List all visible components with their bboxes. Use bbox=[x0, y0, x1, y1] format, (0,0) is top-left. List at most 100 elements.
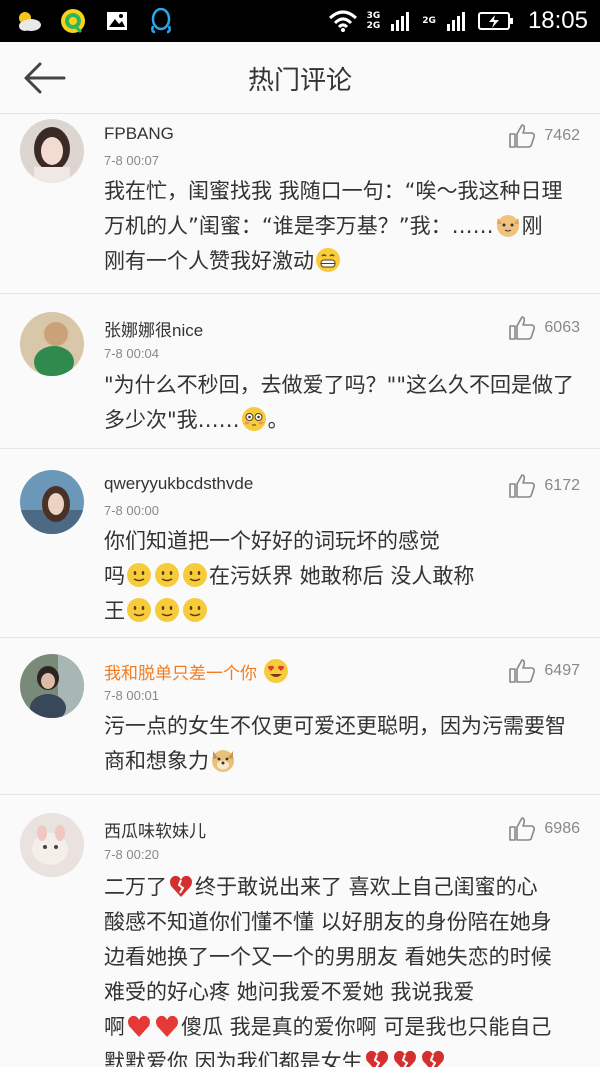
broken-heart-icon bbox=[170, 875, 192, 897]
like-count: 6986 bbox=[544, 820, 580, 837]
doge-emoji-icon bbox=[212, 750, 234, 772]
comment-line-text: 刚有一个人赞我好激动 bbox=[104, 249, 314, 273]
comment-line: 刚有一个人赞我好激动 bbox=[104, 244, 584, 279]
comment-line-text: 万机的人”闺蜜：“谁是李万基？”我：…… bbox=[104, 214, 494, 238]
weather-icon bbox=[16, 8, 42, 34]
status-right-icons: 3G 2G 2G 18:05 bbox=[327, 4, 588, 38]
comment-line-text: 默默爱你 因为我们都是女生 bbox=[104, 1050, 363, 1067]
username[interactable]: 我和脱单只差一个你 bbox=[104, 658, 290, 684]
smile-emoji-icon bbox=[155, 563, 179, 587]
network-label-2: 2G bbox=[366, 21, 381, 31]
grin-emoji-icon bbox=[316, 248, 340, 272]
wifi-icon bbox=[327, 8, 359, 34]
comment-line-text: 多少次"我…… bbox=[104, 408, 240, 432]
like-button[interactable]: 6063 bbox=[508, 315, 580, 341]
clock: 18:05 bbox=[527, 7, 588, 34]
comment-time: 7-8 00:01 bbox=[104, 688, 159, 703]
network-label-1: 3G bbox=[366, 11, 381, 21]
like-count: 7462 bbox=[544, 127, 580, 144]
comment-time: 7-8 00:20 bbox=[104, 847, 159, 862]
comment-line-text: 在污妖界 她敢称后 没人敢称 bbox=[209, 564, 475, 588]
comment-item: qweryyukbcdsthvde 7-8 00:00 6172 你们知道把一个… bbox=[0, 449, 600, 638]
comment-line: "为什么不秒回，去做爱了吗？""这么久不回是做了 bbox=[104, 373, 574, 397]
heart-eyes-emoji-icon bbox=[264, 659, 288, 683]
comment-line-text: 二万了 bbox=[104, 875, 167, 899]
gallery-icon bbox=[104, 8, 130, 34]
flushed-emoji-icon bbox=[241, 407, 266, 431]
comment-line-text: 啊 bbox=[104, 1015, 125, 1039]
comment-item: 我和脱单只差一个你 7-8 00:01 6497 污一点的女生不仅更可爱还更聪明… bbox=[0, 638, 600, 795]
username[interactable]: 张娜娜很nice bbox=[104, 316, 203, 341]
comment-line: 默默爱你 因为我们都是女生 bbox=[104, 1045, 584, 1067]
avatar[interactable] bbox=[20, 813, 84, 877]
avatar[interactable] bbox=[20, 470, 84, 534]
like-button[interactable]: 6172 bbox=[508, 473, 580, 499]
comment-line: 污一点的女生不仅更可爱还更聪明，因为污需要智 bbox=[104, 714, 566, 738]
signal-icon-2 bbox=[444, 8, 470, 34]
avatar[interactable] bbox=[20, 119, 84, 183]
broken-heart-icon bbox=[421, 1050, 444, 1067]
comment-text: 你们知道把一个好好的词玩坏的感觉 吗 在污妖界 她敢称后 没人敢称 王 bbox=[104, 524, 584, 629]
username[interactable]: 西瓜味软妹儿 bbox=[104, 817, 206, 842]
smile-emoji-icon bbox=[127, 598, 151, 622]
smile-emoji-icon bbox=[127, 563, 151, 587]
comment-line: 二万了 终于敢说出来了 喜欢上自己闺蜜的心 bbox=[104, 870, 584, 905]
comment-text: 我在忙，闺蜜找我 我随口一句：“唉～我这种日理 万机的人”闺蜜：“谁是李万基？”… bbox=[104, 174, 584, 279]
username[interactable]: qweryyukbcdsthvde bbox=[104, 474, 253, 494]
smile-emoji-icon bbox=[183, 598, 207, 622]
comment-line-text: 吗 bbox=[104, 564, 125, 588]
avatar[interactable] bbox=[20, 312, 84, 376]
comment-line: 王 bbox=[104, 594, 584, 629]
comment-line: 酸感不知道你们懂不懂 以好朋友的身份陪在她身 bbox=[104, 910, 552, 934]
comment-line: 你们知道把一个好好的词玩坏的感觉 bbox=[104, 529, 440, 553]
thumb-up-icon bbox=[509, 124, 536, 148]
username[interactable]: FPBANG bbox=[104, 124, 174, 144]
comment-item: 西瓜味软妹儿 7-8 00:20 6986 二万了 终于敢说出来了 喜欢上自己闺蜜… bbox=[0, 795, 600, 1067]
thumb-up-icon bbox=[509, 659, 536, 683]
like-count: 6172 bbox=[544, 477, 580, 494]
comment-line-text: 。 bbox=[267, 408, 289, 432]
comment-line: 吗 在污妖界 她敢称后 没人敢称 bbox=[104, 559, 584, 594]
comment-text: 污一点的女生不仅更可爱还更聪明，因为污需要智 商和想象力 bbox=[104, 709, 584, 779]
like-count: 6497 bbox=[544, 662, 580, 679]
comment-list[interactable]: FPBANG 7-8 00:07 7462 我在忙，闺蜜找我 我随口一句：“唉～… bbox=[0, 115, 600, 1067]
comment-item: 张娜娜很nice 7-8 00:04 6063 "为什么不秒回，去做爱了吗？""… bbox=[0, 294, 600, 449]
smile-emoji-icon bbox=[183, 563, 207, 587]
top-app-bar: 热门评论 bbox=[0, 42, 600, 114]
cat-emoji-icon bbox=[496, 215, 519, 237]
comment-line: 我在忙，闺蜜找我 我随口一句：“唉～我这种日理 bbox=[104, 179, 563, 203]
comment-line-text: 傻瓜 我是真的爱你啊 可是我也只能自己 bbox=[181, 1015, 552, 1039]
like-button[interactable]: 6497 bbox=[508, 658, 580, 684]
status-left-icons bbox=[16, 7, 174, 35]
network-type: 3G 2G bbox=[367, 11, 381, 31]
page-title: 热门评论 bbox=[247, 66, 352, 96]
thumb-up-icon bbox=[509, 474, 536, 498]
avatar[interactable] bbox=[20, 654, 84, 718]
heart-icon bbox=[156, 1015, 178, 1037]
comment-line-text: 商和想象力 bbox=[104, 749, 209, 773]
comment-line-text: 刚 bbox=[521, 214, 543, 238]
comment-text: "为什么不秒回，去做爱了吗？""这么久不回是做了 多少次"我…… 。 bbox=[104, 368, 584, 438]
thumb-up-icon bbox=[509, 316, 536, 340]
smile-emoji-icon bbox=[155, 598, 179, 622]
comment-time: 7-8 00:04 bbox=[104, 346, 159, 361]
qq-icon bbox=[148, 8, 174, 34]
comment-line: 啊 傻瓜 我是真的爱你啊 可是我也只能自己 bbox=[104, 1010, 584, 1045]
network-label-3: 2G bbox=[422, 16, 436, 26]
comment-line: 万机的人”闺蜜：“谁是李万基？”我：…… 刚 bbox=[104, 209, 584, 244]
music-app-icon bbox=[60, 8, 86, 34]
comment-line: 多少次"我…… 。 bbox=[104, 403, 584, 438]
username-text: 我和脱单只差一个你 bbox=[104, 664, 257, 683]
thumb-up-icon bbox=[509, 817, 536, 841]
status-bar: 3G 2G 2G 18:05 bbox=[0, 0, 600, 42]
comment-text: 二万了 终于敢说出来了 喜欢上自己闺蜜的心 酸感不知道你们懂不懂 以好朋友的身份陪… bbox=[104, 870, 584, 1067]
comment-line-text: 王 bbox=[104, 599, 125, 623]
like-button[interactable]: 6986 bbox=[508, 816, 580, 842]
comment-line: 商和想象力 bbox=[104, 744, 584, 779]
battery-icon bbox=[477, 8, 514, 34]
like-button[interactable]: 7462 bbox=[508, 123, 580, 149]
broken-heart-icon bbox=[365, 1050, 388, 1067]
signal-icon bbox=[388, 8, 414, 34]
comment-line: 边看她换了一个又一个的男朋友 看她失恋的时候 bbox=[104, 945, 552, 969]
broken-heart-icon bbox=[393, 1050, 416, 1067]
